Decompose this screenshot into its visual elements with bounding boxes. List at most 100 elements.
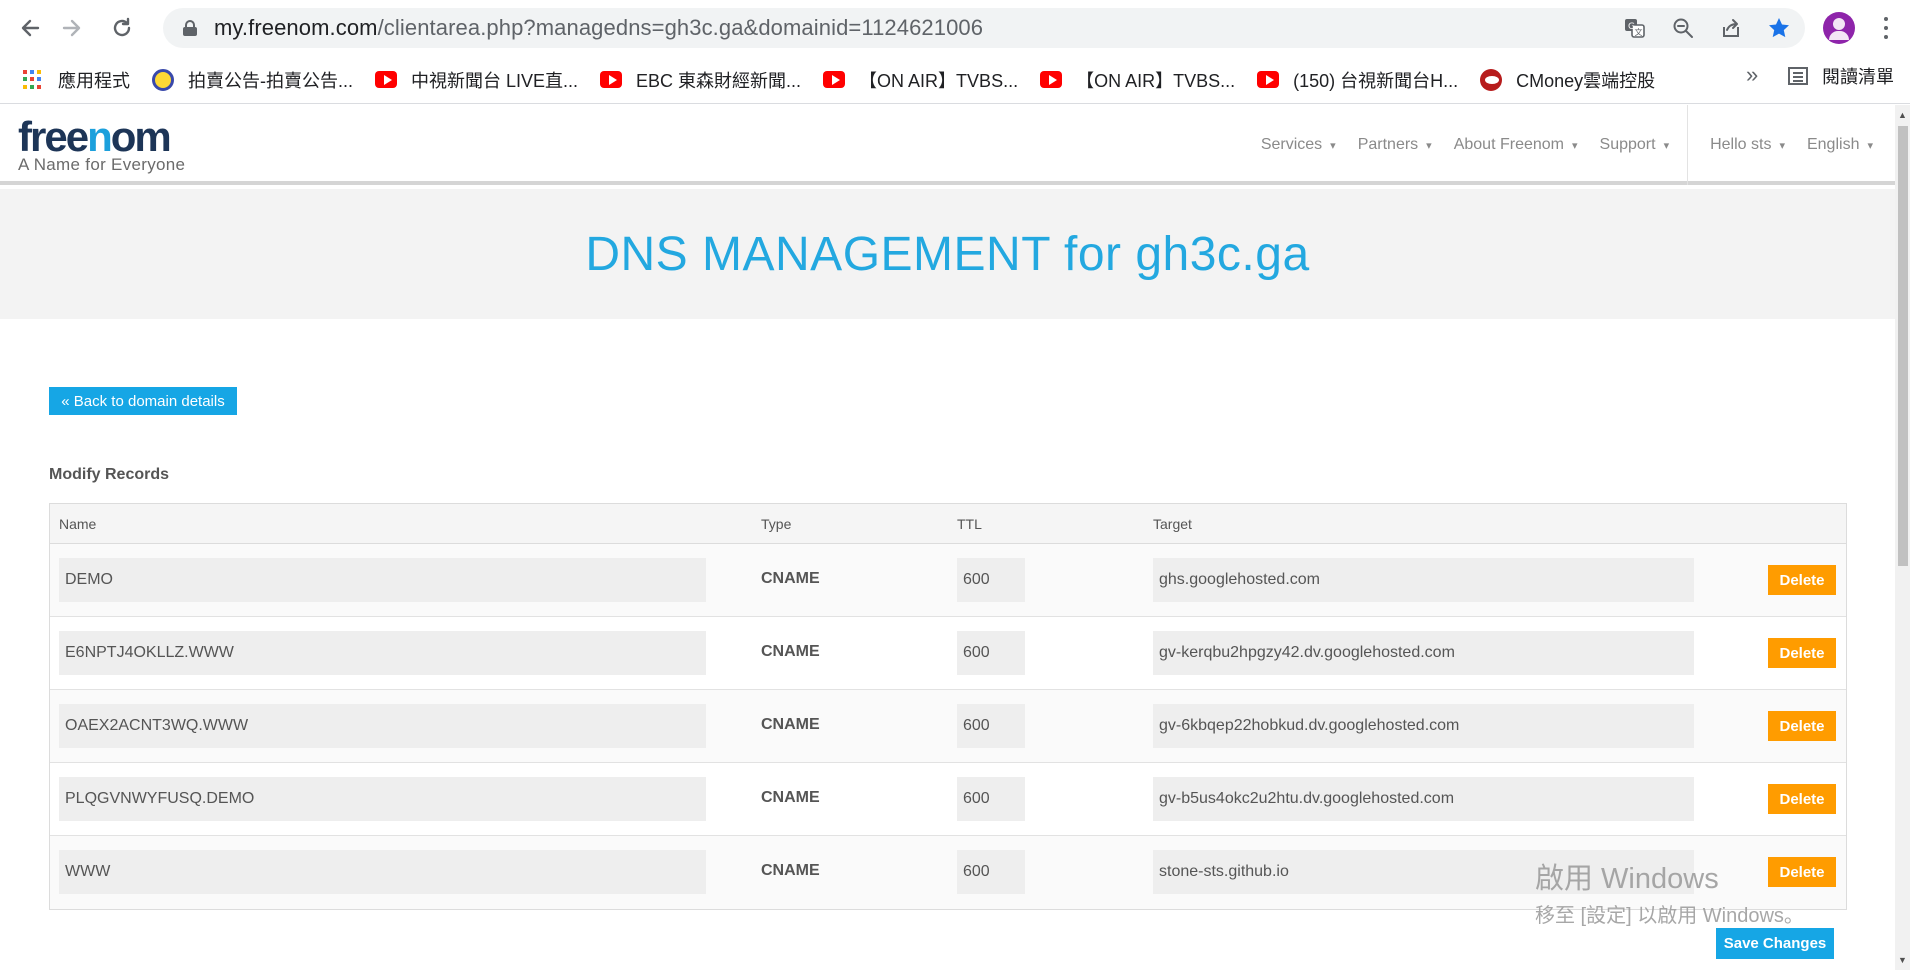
- record-name-input[interactable]: E6NPTJ4OKLLZ.WWW: [59, 631, 706, 675]
- delete-record-button[interactable]: Delete: [1768, 711, 1836, 741]
- record-ttl-input[interactable]: 600: [957, 631, 1025, 675]
- omnibox-actions: G文: [1621, 8, 1793, 48]
- bookmark-star-icon[interactable]: [1765, 14, 1793, 42]
- record-type: CNAME: [761, 643, 820, 660]
- nav-label: Partners: [1357, 136, 1419, 153]
- browser-menu-icon[interactable]: [1876, 14, 1896, 42]
- nav-label: About Freenom: [1453, 136, 1564, 153]
- youtube-icon: [1040, 69, 1063, 91]
- nav-user-menu[interactable]: Hello sts ▾: [1710, 136, 1785, 154]
- table-row: OAEX2ACNT3WQ.WWW CNAME 600 gv-6kbqep22ho…: [50, 690, 1846, 763]
- delete-record-button[interactable]: Delete: [1768, 565, 1836, 595]
- scroll-down-arrow-icon[interactable]: ▼: [1896, 953, 1909, 967]
- record-target-input[interactable]: stone-sts.github.io: [1153, 850, 1694, 894]
- record-target-input[interactable]: gv-b5us4okc2u2htu.dv.googlehosted.com: [1153, 777, 1694, 821]
- table-row: DEMO CNAME 600 ghs.googlehosted.com Dele…: [50, 544, 1846, 617]
- chevron-down-icon: ▾: [1867, 139, 1873, 152]
- delete-record-button[interactable]: Delete: [1768, 638, 1836, 668]
- chevron-down-icon: ▾: [1330, 139, 1336, 152]
- nav-label: Hello sts: [1710, 136, 1772, 153]
- address-bar[interactable]: my.freenom.com/clientarea.php?managedns=…: [163, 8, 1805, 48]
- bookmark-auction[interactable]: 拍賣公告-拍賣公告...: [152, 64, 353, 96]
- column-header-ttl: TTL: [957, 516, 982, 532]
- logo-part: n: [87, 113, 113, 160]
- delete-record-button[interactable]: Delete: [1768, 857, 1836, 887]
- translate-icon[interactable]: G文: [1621, 14, 1649, 42]
- nav-partners[interactable]: Partners ▾: [1358, 136, 1432, 154]
- bookmark-ttv-news[interactable]: (150) 台視新聞台H...: [1257, 64, 1458, 96]
- youtube-icon: [823, 69, 846, 91]
- page-root: my.freenom.com/clientarea.php?managedns=…: [0, 0, 1910, 970]
- bookmark-label: CMoney雲端控股: [1516, 70, 1656, 91]
- chevron-down-icon: ▾: [1663, 139, 1670, 152]
- cmoney-icon: [1480, 68, 1503, 91]
- table-row: E6NPTJ4OKLLZ.WWW CNAME 600 gv-kerqbu2hpg…: [50, 617, 1846, 690]
- record-target-input[interactable]: gv-6kbqep22hobkud.dv.googlehosted.com: [1153, 704, 1694, 748]
- reload-icon[interactable]: [102, 8, 142, 48]
- record-ttl-input[interactable]: 600: [957, 850, 1025, 894]
- back-to-domain-button[interactable]: « Back to domain details: [49, 387, 237, 415]
- bookmarks-overflow-button[interactable]: »: [1746, 62, 1758, 88]
- bookmark-label: 應用程式: [58, 70, 130, 91]
- chevron-down-icon: ▾: [1571, 139, 1578, 152]
- bookmark-label: 拍賣公告-拍賣公告...: [188, 70, 353, 91]
- back-arrow-icon[interactable]: [10, 8, 50, 48]
- bookmark-ctv-news[interactable]: 中視新聞台 LIVE直...: [375, 64, 578, 96]
- bookmark-cmoney[interactable]: CMoney雲端控股: [1480, 64, 1655, 96]
- column-header-name: Name: [59, 516, 97, 532]
- profile-avatar-icon[interactable]: [1823, 12, 1855, 44]
- table-row: PLQGVNWYFUSQ.DEMO CNAME 600 gv-b5us4okc2…: [50, 763, 1846, 836]
- record-name-input[interactable]: WWW: [59, 850, 706, 894]
- share-icon[interactable]: [1717, 14, 1745, 42]
- nav-language[interactable]: English ▾: [1807, 136, 1873, 154]
- save-changes-button[interactable]: Save Changes: [1716, 928, 1834, 959]
- bookmark-ebc-news[interactable]: EBC 東森財經新聞...: [600, 64, 801, 96]
- chevron-down-icon: ▾: [1426, 139, 1432, 152]
- record-ttl-input[interactable]: 600: [957, 704, 1025, 748]
- record-type: CNAME: [761, 716, 820, 733]
- delete-record-button[interactable]: Delete: [1768, 784, 1836, 814]
- nav-about[interactable]: About Freenom ▾: [1454, 136, 1578, 154]
- table-header: Name Type TTL Target: [50, 504, 1846, 544]
- site-header: freenom A Name for Everyone Services ▾ Pa…: [0, 105, 1895, 185]
- bookmark-label: 【ON AIR】TVBS...: [1076, 70, 1236, 91]
- nav-label: Support: [1599, 136, 1656, 153]
- bookmark-tvbs-2[interactable]: 【ON AIR】TVBS...: [1040, 64, 1235, 96]
- freenom-logo[interactable]: freenom A Name for Everyone: [18, 116, 186, 175]
- reading-list-button[interactable]: 閱讀清單: [1788, 60, 1894, 92]
- bookmark-label: EBC 東森財經新聞...: [636, 70, 802, 91]
- record-target-input[interactable]: gv-kerqbu2hpgzy42.dv.googlehosted.com: [1153, 631, 1694, 675]
- lock-icon[interactable]: [183, 20, 197, 36]
- nav-label: Services: [1260, 136, 1323, 153]
- browser-toolbar: my.freenom.com/clientarea.php?managedns=…: [0, 0, 1910, 56]
- scrollbar-thumb[interactable]: [1898, 126, 1908, 566]
- youtube-icon: [375, 69, 397, 91]
- record-type: CNAME: [761, 862, 820, 879]
- bookmark-tvbs-1[interactable]: 【ON AIR】TVBS...: [823, 64, 1018, 96]
- table-row: WWW CNAME 600 stone-sts.github.io Delete: [50, 836, 1846, 909]
- record-name-input[interactable]: OAEX2ACNT3WQ.WWW: [59, 704, 706, 748]
- record-name-input[interactable]: PLQGVNWYFUSQ.DEMO: [59, 777, 706, 821]
- nav-services[interactable]: Services ▾: [1261, 136, 1336, 154]
- forward-arrow-icon[interactable]: [52, 8, 92, 48]
- bookmark-apps[interactable]: 應用程式: [22, 64, 130, 96]
- record-target-input[interactable]: ghs.googlehosted.com: [1153, 558, 1694, 602]
- url-text[interactable]: my.freenom.com/clientarea.php?managedns=…: [214, 15, 983, 41]
- logo-wordmark: freenom: [18, 116, 185, 158]
- record-name-input[interactable]: DEMO: [59, 558, 706, 602]
- record-ttl-input[interactable]: 600: [957, 558, 1025, 602]
- zoom-out-icon[interactable]: [1669, 14, 1697, 42]
- scroll-up-arrow-icon[interactable]: ▲: [1896, 108, 1909, 122]
- logo-part: om: [110, 113, 172, 160]
- reading-list-icon: [1788, 67, 1808, 85]
- logo-part: free: [18, 113, 89, 160]
- logo-tagline: A Name for Everyone: [18, 155, 186, 174]
- youtube-icon: [600, 69, 623, 91]
- bookmark-label: 【ON AIR】TVBS...: [859, 70, 1019, 91]
- svg-text:文: 文: [1635, 27, 1643, 37]
- dns-records-table: Name Type TTL Target DEMO CNAME 600 ghs.…: [49, 503, 1847, 910]
- nav-support[interactable]: Support ▾: [1600, 136, 1670, 154]
- auction-icon: [152, 68, 174, 91]
- record-ttl-input[interactable]: 600: [957, 777, 1025, 821]
- title-banner: DNS MANAGEMENT for gh3c.ga: [0, 189, 1895, 319]
